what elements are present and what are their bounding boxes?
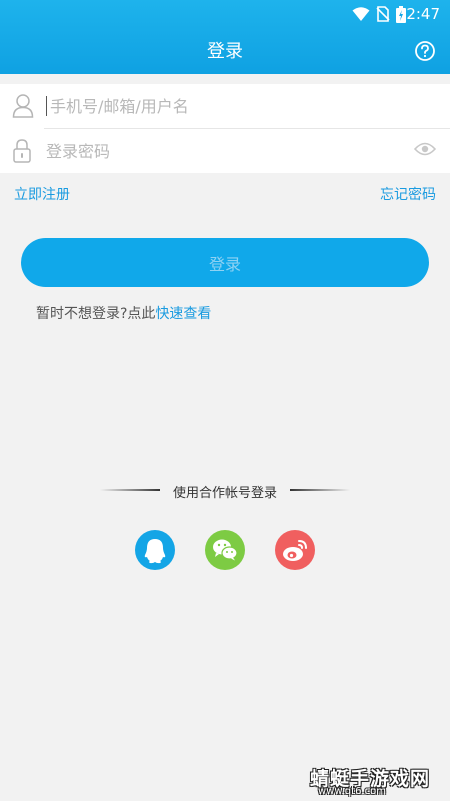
title-bar: 登录 <box>0 28 450 74</box>
third-party-header: 使用合作帐号登录 <box>0 480 450 501</box>
login-button[interactable]: 登录 <box>21 238 429 287</box>
wechat-icon <box>213 539 238 561</box>
qq-icon <box>144 539 166 564</box>
account-input[interactable] <box>46 92 386 120</box>
divider-line-right <box>290 489 350 491</box>
page-title: 登录 <box>207 41 243 62</box>
login-form <box>0 84 450 173</box>
password-row <box>0 129 450 173</box>
eye-icon[interactable] <box>414 141 436 157</box>
register-link[interactable]: 立即注册 <box>14 184 70 204</box>
quick-view-prefix: 暂时不想登录?点此 <box>36 306 156 322</box>
password-input[interactable] <box>46 137 386 165</box>
wechat-login-button[interactable] <box>205 530 245 570</box>
third-party-label: 使用合作帐号登录 <box>172 486 277 501</box>
account-row <box>0 84 450 129</box>
user-icon <box>12 94 34 118</box>
status-bar: 2:47 <box>0 0 450 28</box>
no-sim-icon <box>376 6 390 22</box>
battery-icon <box>396 6 406 23</box>
lock-icon <box>13 139 31 163</box>
watermark-url: www.qt6.com <box>318 786 386 797</box>
app-header: 2:47 登录 <box>0 0 450 74</box>
qq-login-button[interactable] <box>135 530 175 570</box>
forgot-password-link[interactable]: 忘记密码 <box>380 184 436 204</box>
weibo-icon <box>283 540 307 561</box>
status-time: 2:47 <box>406 5 440 23</box>
quick-view-link[interactable]: 快速查看 <box>155 306 211 322</box>
help-circle-icon[interactable] <box>414 40 436 62</box>
wifi-icon <box>352 7 370 21</box>
weibo-login-button[interactable] <box>275 530 315 570</box>
quick-view-row: 暂时不想登录?点此快速查看 <box>36 303 211 323</box>
